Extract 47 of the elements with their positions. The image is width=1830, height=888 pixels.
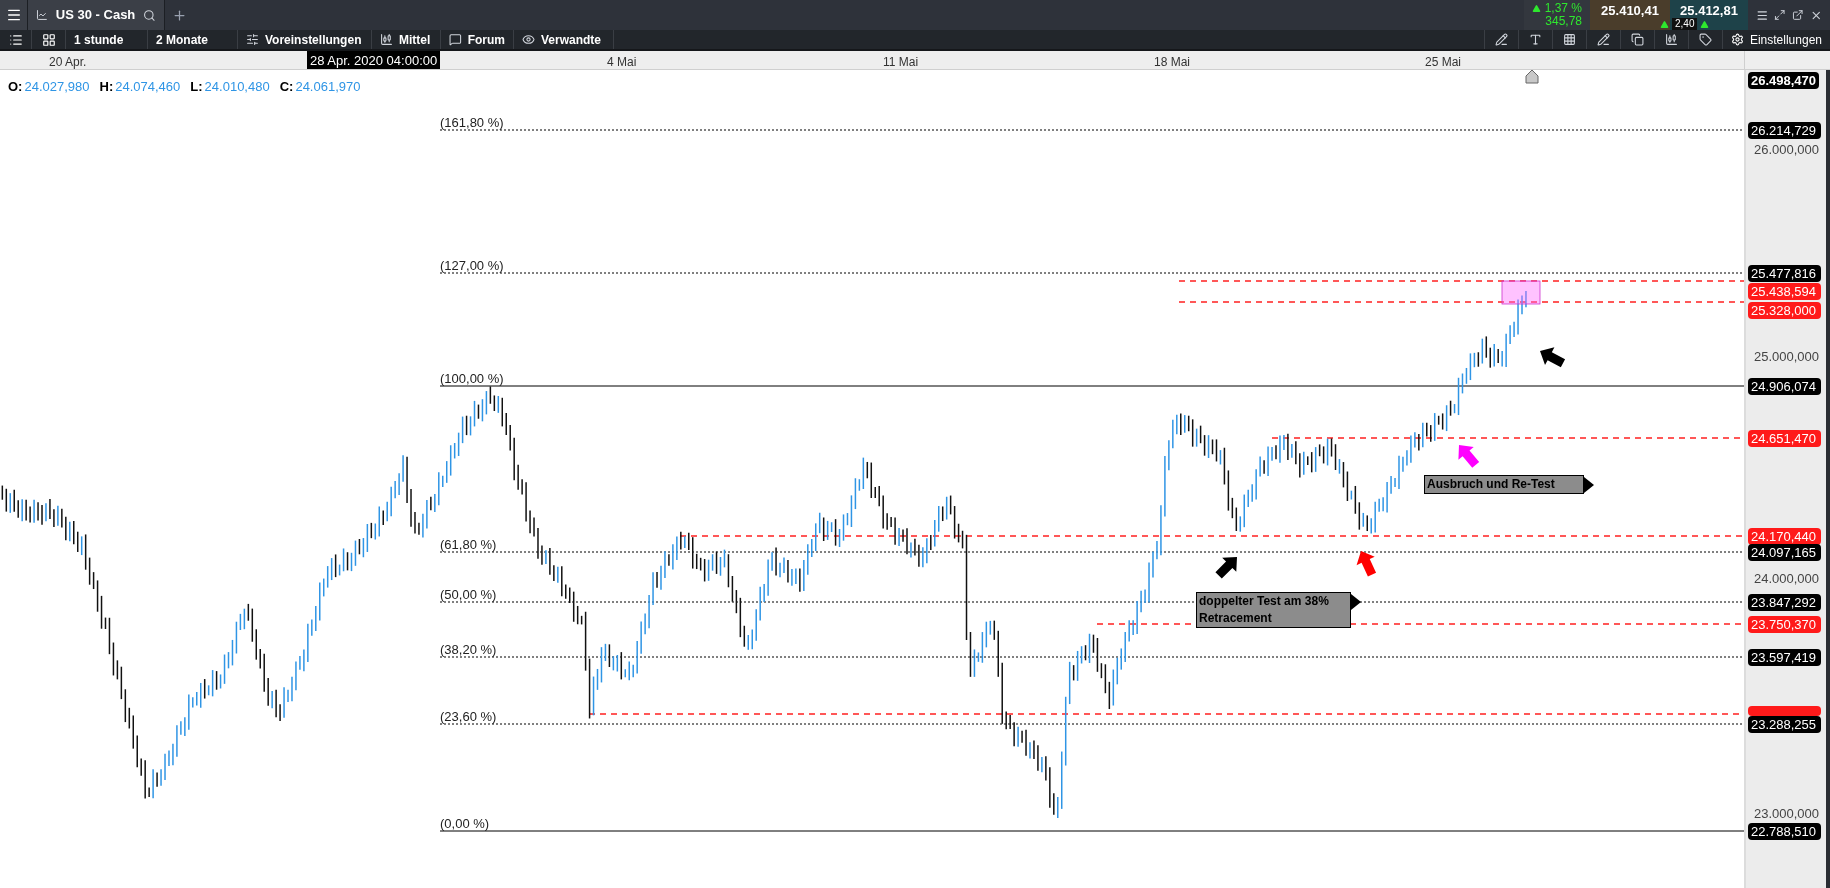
annotation-note: Ausbruch und Re-Test	[1424, 475, 1584, 494]
ohlc-key: H:	[99, 77, 114, 97]
date-label: 11 Mai	[883, 54, 919, 71]
annotation-note: doppelter Test am 38% Retracement	[1196, 592, 1351, 628]
ohlc-key: O:	[8, 77, 23, 97]
price-tag: 25.438,594	[1748, 283, 1821, 300]
change-percent: 1,37 %	[1544, 2, 1582, 15]
fibonacci-label: (23,60 %)	[440, 708, 497, 726]
price-tag: 23.597,419	[1748, 649, 1821, 666]
price-tag: 24.906,074	[1748, 378, 1821, 395]
price-tag: 22.788,510	[1748, 823, 1821, 840]
ohlc-value: 24.061,970	[295, 78, 361, 96]
date-label: 18 Mai	[1154, 54, 1191, 71]
price-tick-label: 24.000,000	[1754, 571, 1820, 587]
tab-title: US 30 - Cash	[55, 6, 136, 25]
fibonacci-label: (38,20 %)	[440, 641, 497, 659]
fibonacci-label: (50,00 %)	[440, 586, 497, 604]
price-tag: 26.214,729	[1748, 122, 1821, 139]
ohlc-key: L:	[190, 77, 203, 97]
spread-tooltip: 2,40	[1672, 18, 1698, 30]
ohlc-value: 24.027,980	[24, 78, 90, 96]
ohlc-key: C:	[279, 77, 294, 97]
price-tag: 24.097,165	[1748, 544, 1821, 561]
ohlc-value: 24.074,460	[115, 78, 181, 96]
date-label: 4 Mai	[607, 54, 637, 71]
cursor-date-label: 28 Apr. 2020 04:00:00	[307, 51, 441, 69]
price-tick-label: 23.000,000	[1754, 806, 1820, 822]
price-tick-label: 26.000,000	[1754, 142, 1820, 158]
ohlc-value: 24.010,480	[204, 78, 270, 96]
date-label: 25 Mai	[1425, 54, 1462, 71]
price-tag: 25.477,816	[1748, 265, 1821, 282]
buy-price: 25.412,81	[1680, 3, 1738, 18]
price-tick-label: 25.000,000	[1754, 349, 1820, 365]
price-tag: 26.498,470	[1748, 72, 1820, 89]
date-label: 20 Apr.	[49, 54, 87, 71]
sell-price: 25.410,41	[1601, 3, 1659, 18]
price-tag: 24.651,470	[1748, 430, 1821, 447]
price-tag: 23.750,370	[1748, 616, 1821, 633]
price-tag: 23.847,292	[1748, 594, 1821, 611]
price-tag: 25.328,000	[1748, 302, 1821, 319]
fibonacci-label: (61,80 %)	[440, 536, 497, 554]
change-points: 345,78	[1545, 15, 1582, 28]
fibonacci-label: (0,00 %)	[440, 815, 490, 833]
fibonacci-label: (161,80 %)	[440, 114, 504, 132]
price-tag: 23.288,255	[1748, 716, 1821, 733]
fibonacci-label: (100,00 %)	[440, 370, 504, 388]
fibonacci-label: (127,00 %)	[440, 257, 504, 275]
